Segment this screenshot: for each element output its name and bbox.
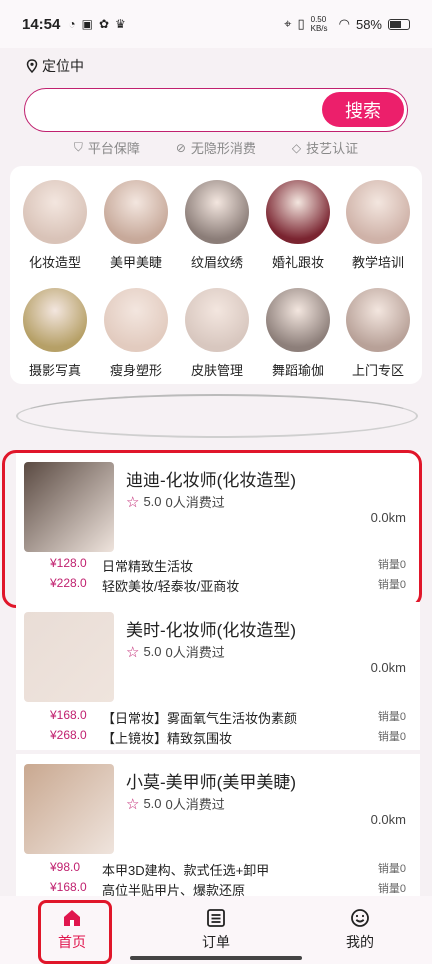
category-training[interactable]: 教学培训 bbox=[338, 180, 418, 271]
guarantee-platform: ⛉ 平台保障 bbox=[74, 138, 140, 157]
service-price: ¥98.0 bbox=[50, 860, 81, 874]
category-label: 美甲美睫 bbox=[109, 255, 162, 270]
listing-distance: 0.0km bbox=[370, 812, 406, 827]
consumed-count: 0人消费过 bbox=[165, 645, 225, 660]
app-notification-icon: ✿ bbox=[98, 17, 110, 31]
selection-highlight bbox=[2, 450, 422, 608]
category-skin-care[interactable]: 皮肤管理 bbox=[177, 288, 257, 379]
star-icon: ☆ bbox=[126, 795, 140, 813]
category-home-service[interactable]: 上门专区 bbox=[338, 288, 418, 379]
category-label: 舞蹈瑜伽 bbox=[271, 363, 324, 378]
consumed-count: 0人消费过 bbox=[165, 797, 225, 812]
service-row[interactable]: ¥268.0 【上镜妆】精致氛围妆 销量0 bbox=[50, 728, 406, 747]
category-wedding-makeup[interactable]: 婚礼跟妆 bbox=[258, 180, 338, 271]
category-dance-yoga[interactable]: 舞蹈瑜伽 bbox=[258, 288, 338, 379]
category-brow-tattoo[interactable]: 纹眉纹绣 bbox=[177, 180, 257, 271]
category-image bbox=[185, 288, 249, 352]
guarantee-label: 无隐形消费 bbox=[190, 141, 256, 156]
listing-distance: 0.0km bbox=[370, 660, 406, 675]
service-price: ¥168.0 bbox=[50, 708, 87, 722]
service-row[interactable]: ¥98.0 本甲3D建构、款式任选+卸甲 销量0 bbox=[50, 860, 406, 879]
service-sold: 销量0 bbox=[377, 711, 406, 723]
status-time: 14:54 bbox=[22, 15, 61, 33]
status-bar: 14:54 ◔ ▣ ✿ ♛ ⌖ ▯ 0.50 KB/s ◠ 58% bbox=[0, 0, 432, 48]
category-image bbox=[346, 288, 410, 352]
category-label: 教学培训 bbox=[351, 255, 404, 270]
service-name: 【上镜妆】精致氛围妆 bbox=[102, 731, 233, 746]
category-label: 化妆造型 bbox=[28, 255, 81, 270]
category-image bbox=[104, 288, 168, 352]
category-label: 皮肤管理 bbox=[190, 363, 243, 378]
battery-percent: 58% bbox=[355, 16, 382, 32]
vibrate-icon: ▯ bbox=[297, 16, 305, 31]
service-sold: 销量0 bbox=[377, 731, 406, 743]
tab-label: 我的 bbox=[346, 934, 374, 950]
category-image bbox=[104, 180, 168, 244]
location-label: 定位中 bbox=[42, 58, 84, 74]
status-right: ⌖ ▯ 0.50 KB/s ◠ 58% bbox=[284, 15, 410, 33]
prohibited-icon: ⊘ bbox=[175, 140, 186, 155]
category-image bbox=[266, 288, 330, 352]
guarantee-no-hidden-fees: ⊘ 无隐形消费 bbox=[176, 138, 256, 157]
app-notification-icon: ◔ bbox=[68, 17, 76, 31]
listing-thumbnail bbox=[24, 612, 114, 702]
listing-rating: ☆ 5.0 0人消费过 bbox=[126, 642, 225, 661]
category-image bbox=[23, 288, 87, 352]
category-label: 婚礼跟妆 bbox=[271, 255, 324, 270]
tab-orders[interactable]: 订单 bbox=[144, 896, 288, 964]
app-notification-icon: ▣ bbox=[81, 17, 93, 31]
battery-icon bbox=[388, 18, 410, 30]
listing-rating: ☆ 5.0 0人消费过 bbox=[126, 794, 225, 813]
listing-title: 美时-化妆师(化妆造型) bbox=[126, 621, 296, 640]
map-pin-icon bbox=[26, 59, 38, 73]
category-image bbox=[266, 180, 330, 244]
status-notification-icons: ◔ ▣ ✿ ♛ bbox=[68, 17, 125, 31]
listing-card[interactable]: 美时-化妆师(化妆造型) ☆ 5.0 0人消费过 0.0km ¥168.0 【日… bbox=[16, 602, 420, 750]
category-label: 纹眉纹绣 bbox=[190, 255, 243, 270]
tab-mine[interactable]: 我的 bbox=[288, 896, 432, 964]
listing-thumbnail bbox=[24, 764, 114, 854]
listing-card[interactable]: 小莫-美甲师(美甲美睫) ☆ 5.0 0人消费过 0.0km ¥98.0 本甲3… bbox=[16, 754, 420, 898]
category-nails-lashes[interactable]: 美甲美睫 bbox=[96, 180, 176, 271]
gesture-bar bbox=[130, 956, 302, 960]
shield-check-icon: ⛉ bbox=[73, 140, 83, 154]
guarantee-certified: ◇ 技艺认证 bbox=[292, 138, 358, 157]
category-photography[interactable]: 摄影写真 bbox=[15, 288, 95, 379]
location-indicator[interactable]: 定位中 bbox=[26, 56, 84, 76]
service-price: ¥268.0 bbox=[50, 728, 87, 742]
search-input[interactable] bbox=[41, 97, 311, 123]
service-name: 本甲3D建构、款式任选+卸甲 bbox=[102, 863, 270, 878]
rating-value: 5.0 bbox=[143, 644, 162, 659]
order-list-icon bbox=[207, 909, 225, 927]
tab-home-highlight bbox=[38, 900, 112, 964]
search-button[interactable]: 搜索 bbox=[322, 92, 404, 127]
category-grid: 化妆造型 美甲美睫 纹眉纹绣 婚礼跟妆 教学培训 摄影写真 瘦身塑形 皮肤管理 … bbox=[10, 166, 422, 384]
crown-icon: ♛ bbox=[115, 17, 126, 31]
guarantee-label: 平台保障 bbox=[87, 141, 140, 156]
category-label: 瘦身塑形 bbox=[109, 363, 162, 378]
category-label: 上门专区 bbox=[351, 363, 404, 378]
tab-label: 订单 bbox=[202, 934, 230, 950]
scroll-indicator-pill bbox=[16, 394, 418, 438]
listing-title: 小莫-美甲师(美甲美睫) bbox=[126, 773, 296, 792]
service-row[interactable]: ¥168.0 【日常妆】雾面氧气生活妆伪素颜 销量0 bbox=[50, 708, 406, 727]
search-bar[interactable]: 搜索 bbox=[24, 88, 408, 132]
category-body-shaping[interactable]: 瘦身塑形 bbox=[96, 288, 176, 379]
net-speed: 0.50 KB/s bbox=[310, 15, 328, 33]
smiley-icon bbox=[351, 909, 369, 927]
category-image bbox=[23, 180, 87, 244]
diamond-icon: ◇ bbox=[291, 140, 302, 155]
category-label: 摄影写真 bbox=[28, 363, 81, 378]
category-image bbox=[185, 180, 249, 244]
star-icon: ☆ bbox=[126, 643, 140, 661]
guarantee-label: 技艺认证 bbox=[306, 141, 359, 156]
rating-value: 5.0 bbox=[143, 796, 162, 811]
guarantee-row: ⛉ 平台保障 ⊘ 无隐形消费 ◇ 技艺认证 bbox=[0, 138, 432, 157]
category-makeup[interactable]: 化妆造型 bbox=[15, 180, 95, 271]
category-image bbox=[346, 180, 410, 244]
wifi-icon: ◠ bbox=[338, 16, 350, 31]
service-name: 【日常妆】雾面氧气生活妆伪素颜 bbox=[102, 711, 298, 726]
location-status-icon: ⌖ bbox=[284, 16, 292, 31]
service-sold: 销量0 bbox=[377, 863, 406, 875]
